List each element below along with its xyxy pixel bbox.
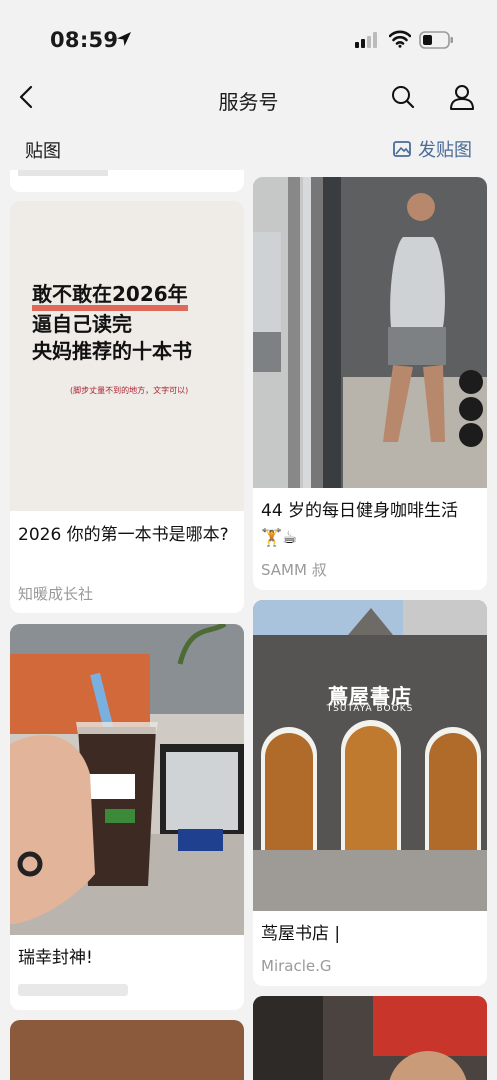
card-image: 敢不敢在2026年 逼自己读完 央妈推荐的十本书 (脚步丈量不到的地方，文字可以… — [10, 201, 244, 511]
status-time: 08:59 — [50, 28, 119, 52]
card-image — [253, 996, 487, 1080]
profile-icon[interactable] — [448, 83, 476, 115]
feed-card[interactable]: 敢不敢在2026年 逼自己读完 央妈推荐的十本书 (脚步丈量不到的地方，文字可以… — [10, 201, 244, 613]
card-author: 知暖成长社 — [18, 585, 94, 603]
truncated-text — [18, 170, 108, 176]
nav-bar: 服务号 — [0, 70, 497, 126]
battery-icon — [419, 30, 455, 54]
feed-card[interactable]: 44 岁的每日健身咖啡生活🏋️☕ SAMM 叔 — [253, 177, 487, 590]
post-image-button[interactable]: 发贴图 — [393, 136, 472, 162]
post-image-label: 发贴图 — [418, 140, 472, 161]
card-image — [10, 1020, 244, 1080]
card-author: SAMM 叔 — [261, 561, 327, 579]
cellular-signal-icon — [355, 32, 381, 52]
feed-card[interactable]: 瑞幸封神! — [10, 624, 244, 1010]
card-title: 44 岁的每日健身咖啡生活🏋️☕ — [261, 501, 459, 548]
feed-card[interactable] — [10, 1020, 244, 1080]
card-image: 蔦屋書店 TSUTAYA BOOKS — [253, 600, 487, 911]
card-title: 2026 你的第一本书是哪本? — [18, 525, 229, 545]
search-icon[interactable] — [390, 84, 416, 114]
card-title: 茑屋书店 | — [261, 924, 341, 944]
feed-card[interactable]: 蔦屋書店 TSUTAYA BOOKS 茑屋书店 | Miracle.G — [253, 600, 487, 986]
page-title: 服务号 — [218, 90, 279, 114]
store-sign-sub: TSUTAYA BOOKS — [326, 704, 414, 714]
feed-card[interactable] — [10, 170, 244, 192]
card-image — [10, 624, 244, 935]
card-title: 瑞幸封神! — [18, 948, 93, 968]
card-author-placeholder — [18, 984, 128, 996]
image-post-icon — [393, 140, 413, 157]
feed-card[interactable] — [253, 996, 487, 1080]
image-note: (脚步丈量不到的地方，文字可以) — [70, 386, 189, 395]
card-author: Miracle.G — [261, 957, 332, 975]
status-bar: 08:59 — [0, 0, 497, 70]
card-image — [253, 177, 487, 488]
wifi-icon — [388, 30, 412, 52]
image-headline: 敢不敢在2026年 逼自己读完 央妈推荐的十本书 — [32, 282, 192, 363]
location-arrow-icon — [116, 31, 132, 51]
section-title: 贴图 — [25, 141, 61, 162]
